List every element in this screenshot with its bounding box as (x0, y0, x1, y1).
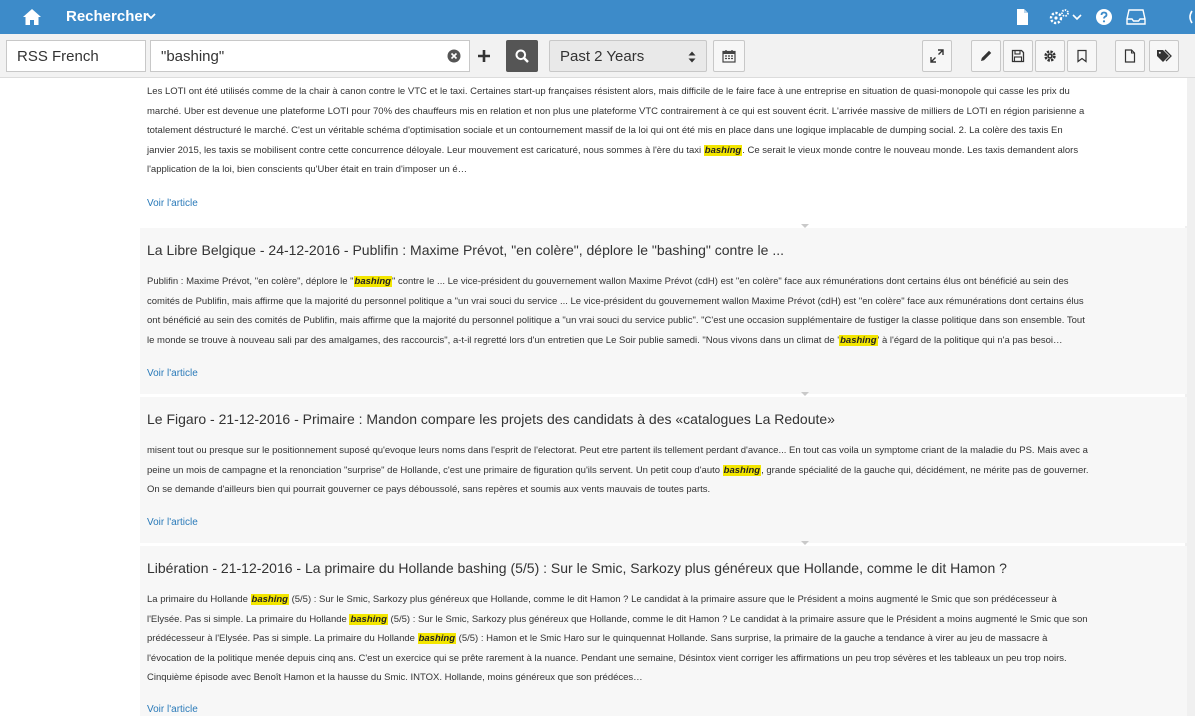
file-icon[interactable] (1013, 8, 1031, 26)
add-query-button[interactable] (472, 40, 496, 72)
bookmark-button[interactable] (1067, 40, 1097, 72)
query-box (150, 40, 470, 72)
snippet-line: comités de Publifin, mais affirme que la… (147, 295, 1084, 307)
expand-button[interactable] (922, 40, 952, 72)
period-select[interactable]: Past 2 Years (549, 40, 707, 72)
result-snippet: Publifin : Maxime Prévot, "en colère", d… (147, 272, 1182, 350)
read-article-link[interactable]: Voir l'article (147, 368, 198, 379)
result-snippet: misent tout ou presque sur le positionne… (147, 441, 1182, 500)
result-item: Les LOTI ont été utilisés comme de la ch… (140, 78, 1187, 228)
snippet-line: l'application de la loi, bien conscients… (147, 164, 468, 176)
snippet-line: totalement déstructuré le marché. C'est … (147, 125, 1063, 137)
updown-icon (688, 51, 696, 63)
search-button[interactable] (506, 40, 538, 72)
highlight-term: bashing (349, 613, 388, 625)
home-icon[interactable] (22, 7, 42, 27)
search-toolbar: RSS French Past 2 Years (0, 34, 1195, 78)
result-title[interactable]: Le Figaro - 21-12-2016 - Primaire : Mand… (147, 411, 835, 427)
result-item: Le Figaro - 21-12-2016 - Primaire : Mand… (140, 397, 1187, 545)
save-button[interactable] (1003, 40, 1033, 72)
snippet-line: Les LOTI ont été utilisés comme de la ch… (147, 86, 1070, 97)
calendar-button[interactable] (713, 40, 745, 72)
result-title[interactable]: Libération - 21-12-2016 - La primaire du… (147, 560, 1007, 576)
search-input[interactable] (151, 41, 441, 71)
snippet-line: Cinquième épisode avec Benoît Hamon et l… (147, 672, 643, 684)
tags-button[interactable] (1149, 40, 1179, 72)
settings-button[interactable] (1035, 40, 1065, 72)
top-nav-bar: Rechercher (0, 0, 1195, 34)
inbox-icon[interactable] (1126, 8, 1146, 26)
snippet-line: marché. Uber est devenue une plateforme … (147, 105, 1085, 117)
results-list: Les LOTI ont été utilisés comme de la ch… (0, 78, 1195, 716)
read-article-link[interactable]: Voir l'article (147, 198, 198, 209)
bookmark-icon (1077, 49, 1087, 63)
snippet-line: On se demande d'ailleurs bien qui pourra… (147, 484, 711, 496)
snippet-line: misent tout ou presque sur le positionne… (147, 445, 1088, 456)
snippet-line: peine un mois de campagne et la renoncia… (147, 464, 1089, 476)
plus-icon (478, 50, 490, 62)
help-icon[interactable] (1095, 8, 1113, 26)
result-item: La Libre Belgique - 24-12-2016 - Publifi… (140, 228, 1187, 396)
snippet-line: l'Elysée. Pas si simple. La primaire du … (147, 613, 1088, 625)
snippet-line: ont bénéficié au sein des comités de Pub… (147, 315, 1085, 327)
result-item: Libération - 21-12-2016 - La primaire du… (140, 546, 1187, 716)
result-snippet: La primaire du Hollande bashing (5/5) : … (147, 590, 1182, 688)
read-article-link[interactable]: Voir l'article (147, 517, 198, 528)
snippet-line: prédécesseur à l'Elysée. Pas si simple. … (147, 633, 1048, 645)
calendar-icon (722, 50, 736, 63)
gear-icon (1044, 50, 1056, 62)
cogs-icon[interactable] (1048, 8, 1070, 26)
result-snippet: Les LOTI ont été utilisés comme de la ch… (147, 82, 1182, 180)
clear-icon[interactable] (447, 49, 461, 63)
snippet-line: l'évocation de la politique menée depuis… (147, 652, 1067, 664)
highlight-term: bashing (353, 276, 392, 287)
highlight-term: bashing (703, 144, 743, 156)
highlight-term: bashing (250, 594, 289, 605)
edit-button[interactable] (971, 40, 1001, 72)
snippet-line: janvier 2015, les taxis se mobilisent co… (147, 144, 1079, 156)
chevron-down-icon[interactable] (1071, 8, 1083, 26)
highlight-term: bashing (417, 633, 457, 645)
expand-icon (930, 49, 944, 63)
pencil-icon (981, 50, 992, 61)
highlight-term: bashing (722, 464, 762, 476)
highlight-term: bashing (839, 334, 878, 346)
period-value: Past 2 Years (560, 48, 645, 65)
tags-icon (1157, 49, 1172, 62)
source-selector[interactable]: RSS French (6, 40, 146, 72)
snippet-line: La primaire du Hollande bashing (5/5) : … (147, 594, 1057, 605)
document-icon (1124, 49, 1136, 63)
snippet-line: le monde se trouve à nouveau sali par de… (147, 334, 1063, 346)
chevron-down-icon[interactable] (145, 9, 157, 23)
document-button[interactable] (1115, 40, 1145, 72)
app-title[interactable]: Rechercher (66, 8, 149, 25)
save-icon (1011, 49, 1025, 63)
result-title[interactable]: La Libre Belgique - 24-12-2016 - Publifi… (147, 242, 784, 258)
read-article-link[interactable]: Voir l'article (147, 704, 198, 715)
snippet-line: Publifin : Maxime Prévot, "en colère", d… (147, 276, 1069, 287)
overflow-icon[interactable] (1187, 8, 1195, 26)
search-icon (515, 49, 529, 63)
